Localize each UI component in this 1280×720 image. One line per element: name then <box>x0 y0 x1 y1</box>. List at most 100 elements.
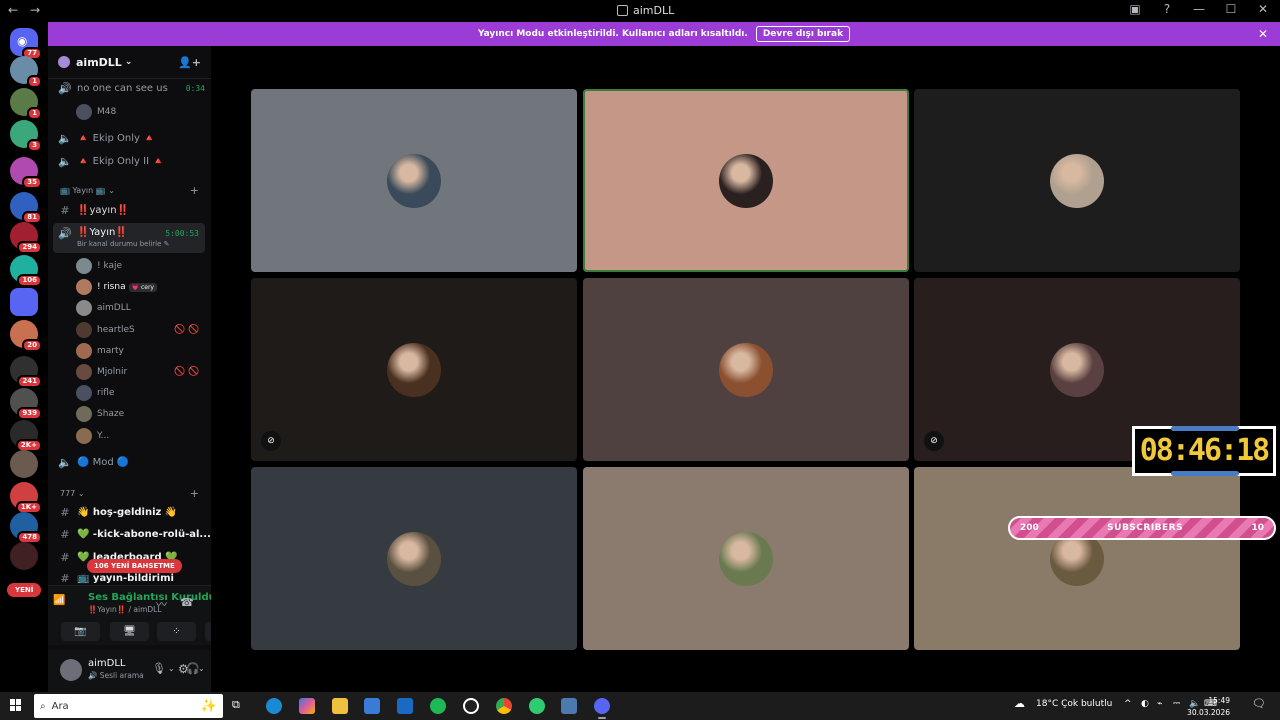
forward-arrow-icon[interactable]: → <box>30 3 40 17</box>
voice-channel[interactable]: 🔈 🔺 Ekip Only II 🔺 <box>48 155 211 168</box>
settings-gear-icon[interactable]: ⚙ <box>178 662 189 676</box>
video-tile[interactable] <box>914 467 1240 650</box>
file-explorer-icon[interactable] <box>332 698 348 714</box>
server-icon[interactable]: 20 <box>10 320 42 352</box>
banner-close-icon[interactable]: ✕ <box>1258 27 1268 41</box>
screen-share-button[interactable]: 🖥 <box>110 622 149 641</box>
store-icon[interactable] <box>364 698 380 714</box>
app-icon-blue[interactable] <box>561 698 577 714</box>
microphone-icon[interactable]: 🎙 <box>152 662 166 675</box>
voice-user[interactable]: aimDLL <box>76 300 131 317</box>
video-tile[interactable] <box>914 89 1240 272</box>
spotify-icon[interactable] <box>430 698 446 714</box>
video-tile[interactable] <box>251 467 577 650</box>
disconnect-icon[interactable]: ☎ <box>180 596 194 609</box>
close-icon[interactable]: ✕ <box>1254 2 1272 16</box>
server-icon[interactable]: 106 <box>10 255 42 287</box>
chevron-down-icon[interactable]: ⌄ <box>198 664 205 673</box>
new-servers-pill[interactable]: YENİ <box>7 583 42 597</box>
server-icon[interactable]: 1K+ <box>10 482 42 514</box>
minimize-icon[interactable]: — <box>1190 2 1208 16</box>
server-icon[interactable]: 939 <box>10 388 42 420</box>
voice-channel[interactable]: 🔊 no one can see us 0:34 <box>48 82 211 95</box>
help-icon[interactable]: ? <box>1158 2 1176 16</box>
voice-user[interactable]: Y... <box>76 427 109 444</box>
server-icon[interactable]: 241 <box>10 356 42 388</box>
taskbar-clock[interactable]: 15:49 30.03.2026 <box>1187 695 1230 719</box>
discord-taskbar-icon[interactable] <box>594 698 610 719</box>
category-yayin[interactable]: 📺 Yayın 📺 ⌄ <box>60 186 115 195</box>
text-channel[interactable]: # 👋 hoş-geldiniz 👋 <box>48 506 211 519</box>
voice-user[interactable]: rifle <box>76 385 114 402</box>
start-button[interactable] <box>10 699 22 711</box>
network-icon[interactable]: ⎓ <box>1173 699 1180 709</box>
text-channel[interactable]: # 💚 -kick-abone-rolü-al... <box>48 528 211 541</box>
maximize-icon[interactable]: ☐ <box>1222 2 1240 16</box>
connection-status-text[interactable]: Ses Bağlantısı Kuruldu <box>88 592 216 603</box>
voice-channel-mod[interactable]: 🔈 🔵 Mod 🔵 <box>48 456 211 469</box>
add-channel-icon[interactable]: + <box>190 487 199 500</box>
server-icon[interactable] <box>10 288 38 316</box>
noise-suppression-icon[interactable]: 〰 <box>156 596 167 612</box>
task-view-icon[interactable]: ⧉ <box>232 698 248 714</box>
video-tile[interactable]: ⊘ <box>251 278 577 461</box>
video-tile[interactable] <box>251 89 577 272</box>
server-icon[interactable] <box>10 542 38 570</box>
copilot-sparkle-icon: ✨ <box>200 698 217 714</box>
voice-user[interactable]: Shaze <box>76 406 124 423</box>
text-channel[interactable]: # 📺 yayın-bildirimi <box>48 572 211 585</box>
camera-button[interactable]: 📷 <box>61 622 100 641</box>
tray-chevron-icon[interactable]: ^ <box>1124 699 1132 709</box>
copilot-icon[interactable] <box>299 698 315 714</box>
new-mentions-pill[interactable]: 106 YENİ BAHSETME <box>87 559 182 573</box>
server-icon[interactable] <box>10 450 38 478</box>
home-button[interactable]: ◉ 77 <box>10 28 42 60</box>
disable-streamer-mode-button[interactable]: Devre dışı bırak <box>755 26 851 42</box>
voice-user[interactable]: M48 <box>76 104 116 120</box>
obs-icon[interactable] <box>463 698 479 714</box>
voice-user[interactable]: ! kaje <box>76 258 122 274</box>
server-icon[interactable]: 35 <box>10 157 42 189</box>
voice-user[interactable]: heartleS 🚫 🚫 <box>76 321 199 338</box>
server-icon[interactable]: 1 <box>10 56 42 88</box>
signal-icon: 📶 <box>53 595 66 606</box>
weather-text[interactable]: 18°C Çok bulutlu <box>1036 699 1112 709</box>
notifications-icon[interactable]: 🗨 <box>1252 697 1266 710</box>
video-tile[interactable] <box>583 467 909 650</box>
video-tile[interactable] <box>583 89 909 272</box>
category-777[interactable]: 777 ⌄ <box>60 489 85 498</box>
server-icon[interactable]: 478 <box>10 512 42 544</box>
app-icon-green[interactable] <box>529 698 545 714</box>
server-icon[interactable]: 3 <box>10 120 42 152</box>
tray-app-icon[interactable]: ◐ <box>1141 699 1149 709</box>
add-channel-icon[interactable]: + <box>190 184 199 197</box>
text-channel[interactable]: # ‼️yayın‼️ <box>48 204 211 217</box>
voice-channel[interactable]: 🔈 🔺 Ekip Only 🔺 <box>48 132 211 145</box>
back-arrow-icon[interactable]: ← <box>8 3 18 17</box>
taskbar-search[interactable]: ⌕ Ara ✨ <box>34 694 223 718</box>
server-icon[interactable]: 81 <box>10 192 42 224</box>
outlook-icon[interactable] <box>397 698 413 714</box>
clock-time: 15:49 <box>1208 696 1230 705</box>
server-icon[interactable]: 294 <box>10 222 42 254</box>
activities-button[interactable]: ⁘ <box>157 622 196 641</box>
connection-channel[interactable]: ‼️Yayın‼️ / aimDLL <box>88 605 162 614</box>
invite-people-icon[interactable]: 👤+ <box>178 56 201 69</box>
username[interactable]: aimDLL <box>88 658 126 669</box>
active-voice-channel[interactable]: 🔊 ‼️Yayın‼️ Bir kanal durumu belirle ✎ 5… <box>53 223 205 253</box>
server-header[interactable]: aimDLL ⌄ 👤+ <box>48 46 211 79</box>
voice-user[interactable]: ! risna 💗 cery <box>76 279 157 296</box>
voice-user[interactable]: marty <box>76 342 124 359</box>
chrome-icon[interactable] <box>496 698 512 714</box>
avatar[interactable] <box>60 659 82 681</box>
usb-icon[interactable]: ⌁ <box>1157 699 1162 709</box>
edge-icon[interactable] <box>266 698 282 714</box>
server-icon[interactable]: 2K+ <box>10 420 42 452</box>
channel-status[interactable]: Bir kanal durumu belirle ✎ <box>77 240 170 248</box>
chevron-down-icon[interactable]: ⌄ <box>168 664 175 673</box>
avatar <box>387 342 441 397</box>
inbox-icon[interactable]: ▣ <box>1126 2 1144 16</box>
voice-user[interactable]: Mjolnir 🚫 🚫 <box>76 364 199 380</box>
video-tile[interactable] <box>583 278 909 461</box>
server-icon[interactable]: 1 <box>10 88 42 120</box>
